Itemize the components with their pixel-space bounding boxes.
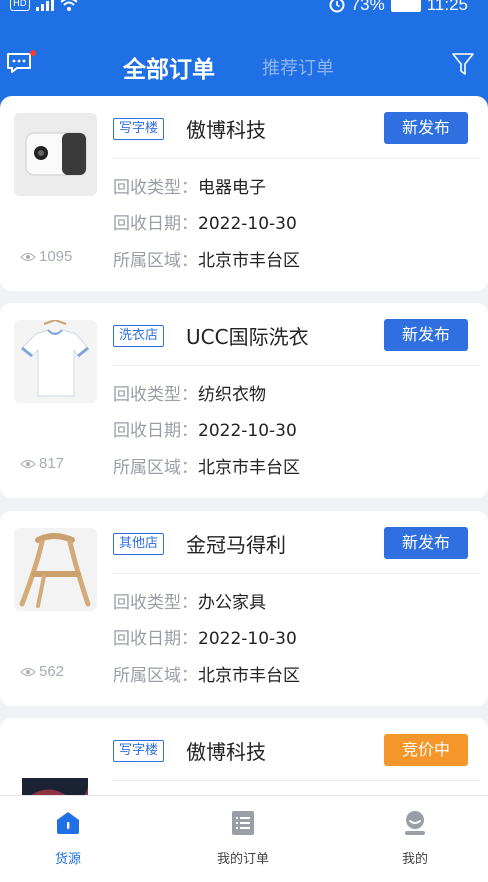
recycle-type-row: 回收类型：办公家具 <box>113 588 266 613</box>
area-value: 北京市丰台区 <box>198 251 300 271</box>
home-shield-icon <box>57 812 79 834</box>
recycle-date-value: 2022-10-30 <box>198 421 297 441</box>
view-count: 1095 <box>20 248 72 265</box>
order-card[interactable]: 817 洗衣店 UCC国际洗衣 新发布 回收类型：纺织衣物 回收日期：2022-… <box>0 303 488 498</box>
wifi-icon <box>60 0 78 11</box>
tab-goods-source[interactable]: 货源 <box>8 796 128 867</box>
recycle-type-label: 回收类型： <box>113 385 198 405</box>
view-count-value: 817 <box>39 455 65 472</box>
recycle-date-value: 2022-10-30 <box>198 214 297 234</box>
area-label: 所属区域： <box>113 251 198 271</box>
alarm-icon <box>329 0 345 13</box>
recycle-type-label: 回收类型： <box>113 178 198 198</box>
eye-icon <box>20 459 36 468</box>
area-row: 所属区域：北京市丰台区 <box>113 246 300 271</box>
message-icon[interactable] <box>6 52 32 74</box>
company-name: UCC国际洗衣 <box>186 325 309 349</box>
tab-profile[interactable]: 我的 <box>355 796 475 867</box>
bottom-tab-bar: 货源 我的订单 我的 <box>0 795 488 882</box>
recycle-type-value: 纺织衣物 <box>198 385 266 405</box>
recycle-date-label: 回收日期： <box>113 421 198 441</box>
divider <box>112 780 480 781</box>
recycle-type-label: 回收类型： <box>113 593 198 613</box>
signal-icon <box>35 0 54 11</box>
tab-label: 货源 <box>54 852 81 867</box>
recycle-type-value: 办公家具 <box>198 593 266 613</box>
eye-icon <box>20 667 36 676</box>
area-row: 所属区域：北京市丰台区 <box>113 661 300 686</box>
divider <box>112 365 480 366</box>
tab-label: 我的订单 <box>216 852 269 867</box>
filter-icon[interactable] <box>452 52 474 76</box>
view-count: 817 <box>20 455 64 472</box>
top-nav: 全部订单 推荐订单 <box>0 42 488 86</box>
tab-label: 我的 <box>401 852 428 867</box>
status-button[interactable]: 新发布 <box>384 319 468 351</box>
company-name: 金冠马得利 <box>186 533 286 557</box>
tab-all-orders[interactable]: 全部订单 <box>123 50 215 84</box>
list-icon <box>232 811 254 835</box>
status-button[interactable]: 新发布 <box>384 112 468 144</box>
area-row: 所属区域：北京市丰台区 <box>113 453 300 478</box>
recycle-date-value: 2022-10-30 <box>198 629 297 649</box>
category-tag: 写字楼 <box>113 740 165 762</box>
eye-icon <box>20 252 36 261</box>
area-value: 北京市丰台区 <box>198 458 300 478</box>
company-name: 傲博科技 <box>186 118 266 142</box>
hd-badge: HD <box>10 0 30 11</box>
divider <box>112 573 480 574</box>
recycle-type-row: 回收类型：纺织衣物 <box>113 380 266 405</box>
recycle-date-label: 回收日期： <box>113 214 198 234</box>
view-count-value: 1095 <box>39 248 73 265</box>
battery-percent: 73% <box>350 0 385 14</box>
recycle-date-label: 回收日期： <box>113 629 198 649</box>
status-button[interactable]: 竞价中 <box>384 734 468 766</box>
status-bar: HD 73% 11:25 <box>0 0 488 20</box>
user-icon <box>405 811 425 835</box>
tab-recommended-orders[interactable]: 推荐订单 <box>262 54 334 80</box>
category-tag: 其他店 <box>113 533 165 555</box>
recycle-type-value: 电器电子 <box>198 178 266 198</box>
recycle-date-row: 回收日期：2022-10-30 <box>113 416 297 441</box>
battery-icon <box>390 0 421 12</box>
category-tag: 写字楼 <box>113 118 165 140</box>
chair-image <box>14 528 97 611</box>
view-count: 562 <box>20 663 64 680</box>
view-count-value: 562 <box>39 663 65 680</box>
recycle-date-row: 回收日期：2022-10-30 <box>113 624 297 649</box>
order-card[interactable]: 562 其他店 金冠马得利 新发布 回收类型：办公家具 回收日期：2022-10… <box>0 511 488 706</box>
recycle-type-row: 回收类型：电器电子 <box>113 173 266 198</box>
area-label: 所属区域： <box>113 666 198 686</box>
unread-dot <box>30 50 36 56</box>
area-label: 所属区域： <box>113 458 198 478</box>
area-value: 北京市丰台区 <box>198 666 300 686</box>
recycle-date-row: 回收日期：2022-10-30 <box>113 209 297 234</box>
divider <box>112 158 480 159</box>
order-card[interactable]: 1095 写字楼 傲博科技 新发布 回收类型：电器电子 回收日期：2022-10… <box>0 96 488 291</box>
clock: 11:25 <box>426 0 468 14</box>
category-tag: 洗衣店 <box>113 325 165 347</box>
tab-my-orders[interactable]: 我的订单 <box>183 796 303 867</box>
projector-image <box>14 113 97 196</box>
status-button[interactable]: 新发布 <box>384 527 468 559</box>
company-name: 傲博科技 <box>186 740 266 764</box>
tshirt-image <box>14 320 97 403</box>
